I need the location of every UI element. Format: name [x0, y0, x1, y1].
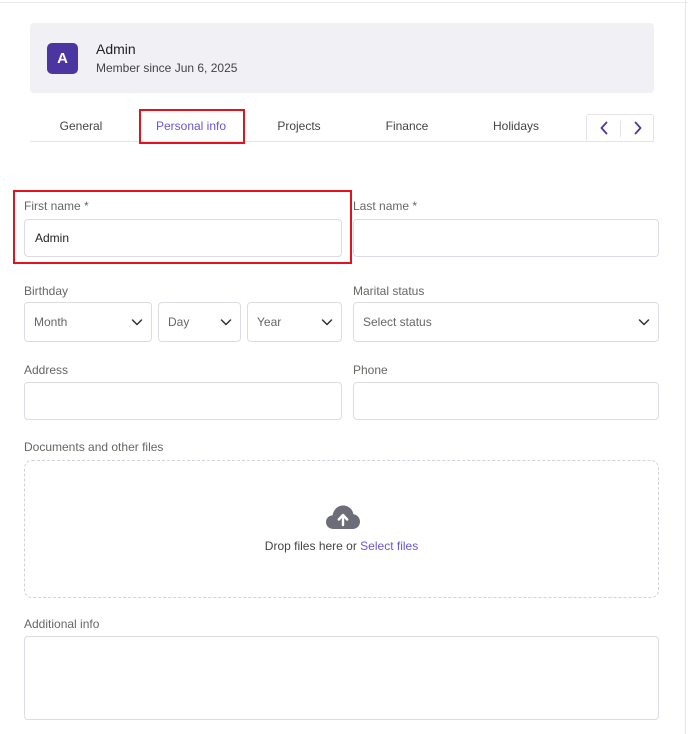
profile-card: A Admin Member since Jun 6, 2025: [30, 23, 654, 93]
chevron-down-icon: [131, 319, 143, 326]
birthday-year-select[interactable]: Year: [247, 302, 342, 342]
phone-label: Phone: [353, 363, 388, 377]
tab-highlight-box: [139, 109, 245, 144]
chevron-left-icon: [600, 121, 607, 135]
member-since: Member since Jun 6, 2025: [96, 61, 238, 75]
birthday-year-value: Year: [257, 315, 282, 329]
birthday-month-select[interactable]: Month: [24, 302, 152, 342]
chevron-down-icon: [220, 319, 232, 326]
profile-name: Admin: [96, 41, 136, 57]
top-border: [0, 0, 688, 3]
documents-label: Documents and other files: [24, 440, 164, 454]
first-name-highlight-box: [13, 190, 352, 264]
chevron-down-icon: [321, 319, 333, 326]
tab-prev-button[interactable]: [587, 115, 620, 141]
tab-projects[interactable]: Projects: [248, 106, 350, 142]
last-name-label: Last name *: [353, 199, 418, 213]
marital-status-label: Marital status: [353, 284, 425, 298]
cloud-upload-icon: [326, 505, 360, 529]
avatar: A: [47, 43, 78, 74]
drop-text: Drop files here or: [264, 539, 361, 553]
chevron-right-icon: [634, 121, 641, 135]
phone-input[interactable]: [353, 382, 659, 420]
tab-bar: General Personal info Projects Finance H…: [30, 106, 654, 142]
address-label: Address: [24, 363, 69, 377]
tab-general[interactable]: General: [30, 106, 132, 142]
file-dropzone[interactable]: Drop files here or Select files: [24, 460, 659, 598]
marital-status-select[interactable]: Select status: [353, 302, 659, 342]
additional-info-textarea[interactable]: [24, 636, 659, 720]
address-input[interactable]: [24, 382, 342, 420]
chevron-down-icon: [638, 319, 650, 326]
right-border: [685, 0, 686, 734]
birthday-day-value: Day: [168, 315, 190, 329]
birthday-month-value: Month: [34, 315, 68, 329]
additional-info-label: Additional info: [24, 617, 100, 631]
last-name-input[interactable]: [353, 219, 659, 257]
select-files-link[interactable]: Select files: [360, 539, 418, 553]
marital-status-value: Select status: [363, 315, 432, 329]
birthday-label: Birthday: [24, 284, 69, 298]
drop-instructions: Drop files here or Select files: [25, 539, 658, 553]
tab-holidays[interactable]: Holidays: [465, 106, 567, 142]
tab-scroll-nav: [586, 114, 654, 142]
tab-finance[interactable]: Finance: [356, 106, 458, 142]
tab-next-button[interactable]: [621, 115, 654, 141]
birthday-day-select[interactable]: Day: [158, 302, 241, 342]
